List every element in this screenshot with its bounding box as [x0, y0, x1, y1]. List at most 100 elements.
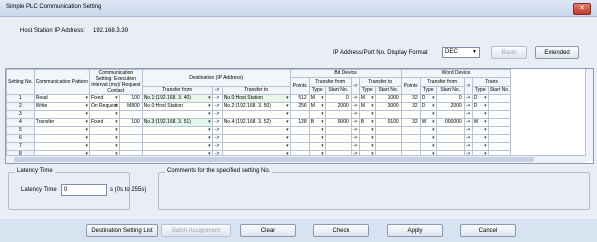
close-button[interactable]: ✕	[573, 3, 591, 15]
pattern-select[interactable]: Write	[33, 102, 91, 111]
extended-button[interactable]: Extended	[535, 46, 579, 59]
bit-to-start-cell[interactable]: 0100	[374, 118, 402, 127]
bit-arrow-cell[interactable]: ->	[350, 126, 360, 135]
arrow-cell[interactable]: ->	[211, 94, 223, 103]
transfer-from-select[interactable]	[141, 110, 213, 119]
word-from-start-cell[interactable]: 2000	[435, 102, 465, 111]
setting-select[interactable]	[89, 110, 120, 119]
word-to-start-cell[interactable]	[487, 102, 512, 111]
bit-to-start-cell[interactable]	[374, 134, 402, 143]
bit-from-type-select[interactable]	[308, 126, 326, 135]
check-button[interactable]: Check	[313, 224, 369, 237]
table-row[interactable]: 6 -> -> ->	[6, 134, 512, 143]
word-arrow-cell[interactable]: ->	[463, 110, 473, 119]
word-points-cell[interactable]	[400, 134, 421, 143]
word-from-type-select[interactable]: D	[419, 102, 437, 111]
bit-from-start-cell[interactable]: 0000	[324, 118, 352, 127]
bit-from-type-select[interactable]: M	[308, 94, 326, 103]
bit-arrow-cell[interactable]: ->	[350, 118, 360, 127]
word-from-type-select[interactable]	[419, 142, 437, 151]
transfer-to-select[interactable]	[221, 142, 291, 151]
clear-button[interactable]: Clear	[240, 224, 296, 237]
interval-cell[interactable]: 100	[118, 118, 143, 127]
word-to-type-select[interactable]: W	[471, 118, 489, 127]
bit-from-type-select[interactable]: M	[308, 102, 326, 111]
transfer-to-select[interactable]: No.2:(192.168. 3. 50)	[221, 102, 291, 111]
word-points-cell[interactable]: 32	[400, 118, 421, 127]
table-row[interactable]: 2WriteOn RequestM800No.0:Host Station->N…	[6, 102, 512, 111]
setting-select[interactable]: Fixed	[89, 94, 120, 103]
bit-arrow-cell[interactable]: ->	[350, 94, 360, 103]
bit-from-start-cell[interactable]: 0	[324, 94, 352, 103]
word-to-type-select[interactable]	[471, 126, 489, 135]
word-arrow-cell[interactable]: ->	[463, 134, 473, 143]
transfer-from-select[interactable]: No.1:(192.168. 3. 40)	[141, 94, 213, 103]
bit-arrow-cell[interactable]: ->	[350, 142, 360, 151]
interval-cell[interactable]	[118, 126, 143, 135]
table-row[interactable]: 7 -> -> ->	[6, 142, 512, 151]
transfer-to-select[interactable]	[221, 134, 291, 143]
word-to-type-select[interactable]	[471, 110, 489, 119]
word-to-type-select[interactable]	[471, 142, 489, 151]
word-to-start-cell[interactable]	[487, 142, 512, 151]
table-row[interactable]: 3 -> -> ->	[6, 110, 512, 119]
apply-button[interactable]: Apply	[387, 224, 443, 237]
word-from-start-cell[interactable]: 0	[435, 94, 465, 103]
bit-from-start-cell[interactable]	[324, 142, 352, 151]
bit-from-start-cell[interactable]	[324, 110, 352, 119]
transfer-to-select[interactable]	[221, 110, 291, 119]
bit-points-cell[interactable]	[289, 142, 310, 151]
bit-to-type-select[interactable]	[358, 142, 376, 151]
transfer-from-select[interactable]	[141, 126, 213, 135]
bit-from-type-select[interactable]	[308, 110, 326, 119]
word-from-type-select[interactable]: W	[419, 118, 437, 127]
bit-from-start-cell[interactable]	[324, 126, 352, 135]
word-arrow-cell[interactable]: ->	[463, 126, 473, 135]
word-from-start-cell[interactable]	[435, 126, 465, 135]
horizontal-scrollbar[interactable]	[6, 155, 586, 163]
bit-to-start-cell[interactable]: 3000	[374, 102, 402, 111]
vertical-scrollbar[interactable]	[585, 69, 593, 161]
transfer-from-select[interactable]	[141, 142, 213, 151]
word-from-type-select[interactable]	[419, 110, 437, 119]
word-arrow-cell[interactable]: ->	[463, 94, 473, 103]
latency-input[interactable]: 0	[61, 184, 107, 196]
pattern-select[interactable]	[33, 110, 91, 119]
word-points-cell[interactable]: 32	[400, 102, 421, 111]
bit-from-start-cell[interactable]: 2000	[324, 102, 352, 111]
bit-to-type-select[interactable]: M	[358, 94, 376, 103]
bit-arrow-cell[interactable]: ->	[350, 134, 360, 143]
word-points-cell[interactable]	[400, 126, 421, 135]
setting-select[interactable]: On Request	[89, 102, 120, 111]
basic-button[interactable]: Basic	[491, 46, 527, 59]
word-from-start-cell[interactable]	[435, 142, 465, 151]
word-from-start-cell[interactable]: 000000	[435, 118, 465, 127]
word-arrow-cell[interactable]: ->	[463, 118, 473, 127]
bit-to-type-select[interactable]	[358, 126, 376, 135]
interval-cell[interactable]	[118, 142, 143, 151]
interval-cell[interactable]: 100	[118, 94, 143, 103]
interval-cell[interactable]	[118, 134, 143, 143]
transfer-to-select[interactable]: No.0:Host Station	[221, 94, 291, 103]
ip-format-select[interactable]: DEC ▼	[442, 47, 480, 58]
bit-arrow-cell[interactable]: ->	[350, 110, 360, 119]
word-to-type-select[interactable]: D	[471, 94, 489, 103]
word-from-type-select[interactable]: D	[419, 94, 437, 103]
bit-points-cell[interactable]: 512	[289, 94, 310, 103]
bit-from-start-cell[interactable]	[324, 134, 352, 143]
setting-select[interactable]	[89, 142, 120, 151]
transfer-from-select[interactable]: No.3:(192.168. 3. 51)	[141, 118, 213, 127]
interval-cell[interactable]: M800	[118, 102, 143, 111]
bit-from-type-select[interactable]	[308, 134, 326, 143]
word-from-start-cell[interactable]	[435, 134, 465, 143]
table-row[interactable]: 5 -> -> ->	[6, 126, 512, 135]
word-points-cell[interactable]: 32	[400, 94, 421, 103]
word-points-cell[interactable]	[400, 142, 421, 151]
pattern-select[interactable]	[33, 126, 91, 135]
arrow-cell[interactable]: ->	[211, 118, 223, 127]
arrow-cell[interactable]: ->	[211, 134, 223, 143]
pattern-select[interactable]	[33, 142, 91, 151]
word-arrow-cell[interactable]: ->	[463, 142, 473, 151]
transfer-to-select[interactable]	[221, 126, 291, 135]
bit-to-start-cell[interactable]	[374, 110, 402, 119]
